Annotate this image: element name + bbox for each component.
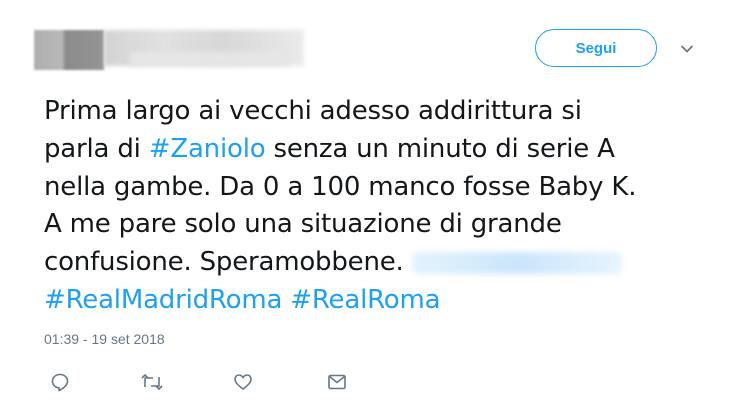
tweet-line: A me pare solo una situazione di grande — [44, 206, 704, 244]
tweet-text-segment: nella gambe. Da 0 a 100 manco fosse Baby… — [44, 171, 637, 202]
hashtag-realroma[interactable]: #RealRoma — [290, 285, 440, 315]
mention-blurred[interactable] — [411, 251, 622, 274]
tweet-card: Segui Prima largo ai vecchi adesso addir… — [0, 0, 736, 409]
tweet-line: Prima largo ai vecchi adesso addirittura… — [44, 93, 704, 131]
tweet-text-segment: senza un minuto di serie A — [265, 133, 615, 164]
follow-button[interactable]: Segui — [535, 29, 657, 67]
dm-icon[interactable] — [327, 372, 349, 394]
tweet-line: confusione. Speramobbene. — [44, 244, 704, 282]
chevron-down-icon[interactable] — [678, 40, 696, 58]
tweet-text-segment: A me pare solo una situazione di grande — [44, 209, 562, 240]
author-handle-blurred — [130, 52, 290, 66]
tweet-text-segment: parla di — [44, 133, 149, 164]
avatar[interactable] — [34, 30, 104, 70]
tweet-line: nella gambe. Da 0 a 100 manco fosse Baby… — [44, 169, 704, 207]
retweet-icon[interactable] — [141, 372, 163, 394]
tweet-timestamp[interactable]: 01:39 - 19 set 2018 — [44, 331, 165, 347]
tweet-line: parla di #Zaniolo senza un minuto di ser… — [44, 131, 704, 169]
hashtag-zaniolo[interactable]: #Zaniolo — [149, 134, 266, 164]
tweet-text: Prima largo ai vecchi adesso addirittura… — [44, 93, 704, 320]
tweet-text-segment: Prima largo ai vecchi adesso addirittura… — [44, 96, 582, 126]
hashtag-realmadridroma[interactable]: #RealMadridRoma — [44, 285, 282, 315]
tweet-line: #RealMadridRoma #RealRoma — [44, 282, 704, 320]
tweet-text-segment: confusione. Speramobbene. — [44, 247, 404, 278]
like-icon[interactable] — [233, 372, 255, 394]
reply-icon[interactable] — [50, 372, 72, 394]
